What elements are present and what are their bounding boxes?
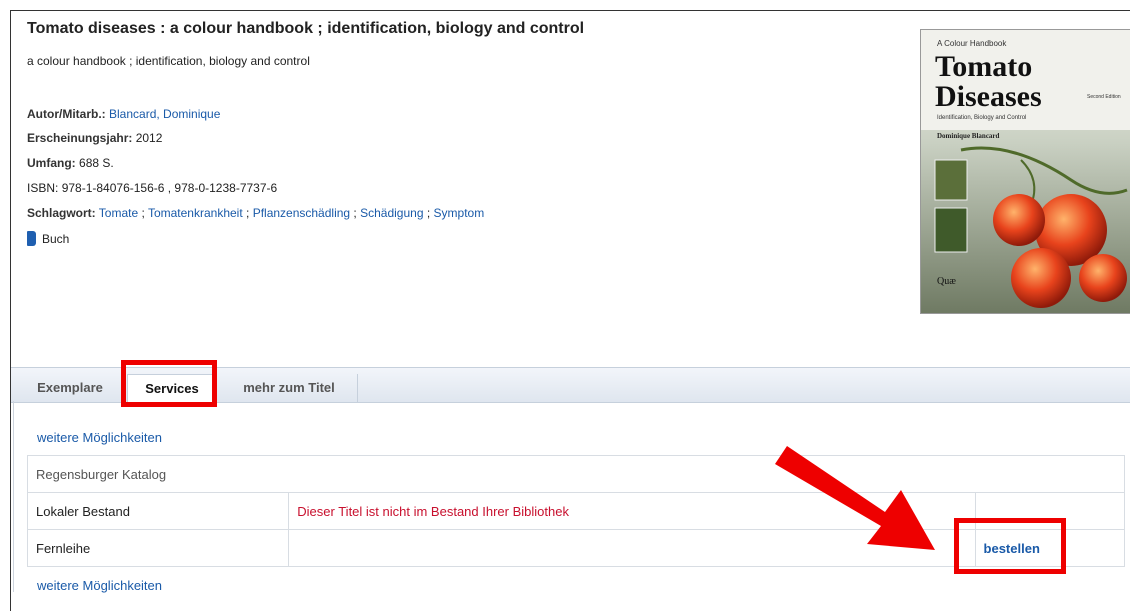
catalog-header: Regensburger Katalog	[27, 455, 1125, 493]
order-link-highlight	[954, 518, 1066, 574]
record-title: Tomato diseases : a colour handbook ; id…	[27, 20, 585, 37]
subject-separator: ;	[138, 206, 148, 220]
book-icon	[27, 231, 36, 246]
subject-row: Schlagwort: Tomate ; Tomatenkrankheit ; …	[27, 206, 484, 220]
services-tab-highlight	[121, 360, 217, 407]
more-options-link[interactable]: weitere Möglichkeiten	[37, 578, 162, 593]
author-row: Autor/Mitarb.: Blancard, Dominique	[27, 107, 220, 121]
subject-separator: ;	[242, 206, 253, 220]
isbn-label: ISBN:	[27, 181, 59, 195]
subject-label: Schlagwort:	[27, 206, 96, 220]
subject-link[interactable]: Pflanzenschädling	[253, 206, 350, 220]
table-row: Regensburger Katalog	[27, 455, 1125, 493]
author-link[interactable]: Blancard, Dominique	[109, 107, 220, 121]
record-subtitle: a colour handbook ; identification, biol…	[27, 54, 310, 68]
cover-title-1: Tomato	[935, 50, 1032, 83]
year-value: 2012	[135, 131, 163, 145]
isbn-value: 978-1-84076-156-6 , 978-0-1238-7737-6	[61, 181, 278, 195]
isbn-row: ISBN: 978-1-84076-156-6 , 978-0-1238-773…	[27, 181, 277, 195]
subject-link[interactable]: Schädigung	[360, 206, 423, 220]
more-options-link[interactable]: weitere Möglichkeiten	[37, 430, 162, 445]
subject-separator: ;	[350, 206, 361, 220]
subject-link[interactable]: Symptom	[434, 206, 485, 220]
red-arrow-annotation	[775, 446, 935, 550]
cover-top-line: A Colour Handbook	[937, 39, 1007, 48]
tab-exemplare[interactable]: Exemplare	[17, 374, 123, 402]
subject-link[interactable]: Tomate	[99, 206, 138, 220]
cover-art: A Colour Handbook Tomato Diseases Second…	[921, 30, 1130, 313]
row-label: Fernleihe	[26, 529, 290, 567]
cover-title-2: Diseases	[935, 80, 1042, 113]
extent-row: Umfang: 688 S.	[27, 156, 114, 170]
author-label: Autor/Mitarb.:	[27, 107, 106, 121]
extent-label: Umfang:	[27, 156, 76, 170]
cover-subtitle: Identification, Biology and Control	[937, 115, 1026, 121]
extent-value: 688 S.	[79, 156, 114, 170]
book-cover-image: A Colour Handbook Tomato Diseases Second…	[920, 29, 1130, 314]
cover-publisher: Quæ	[937, 276, 956, 287]
subject-separator: ;	[423, 206, 434, 220]
year-label: Erscheinungsjahr:	[27, 131, 133, 145]
media-type: Buch	[27, 231, 69, 246]
subject-link[interactable]: Tomatenkrankheit	[148, 206, 243, 220]
year-row: Erscheinungsjahr: 2012	[27, 131, 162, 145]
row-label: Lokaler Bestand	[26, 492, 290, 530]
cover-author: Dominique Blancard	[937, 132, 1000, 140]
cover-edition: Second Edition	[1087, 94, 1121, 100]
media-type-label: Buch	[42, 231, 70, 246]
tab-mehr-zum-titel[interactable]: mehr zum Titel	[221, 374, 358, 402]
